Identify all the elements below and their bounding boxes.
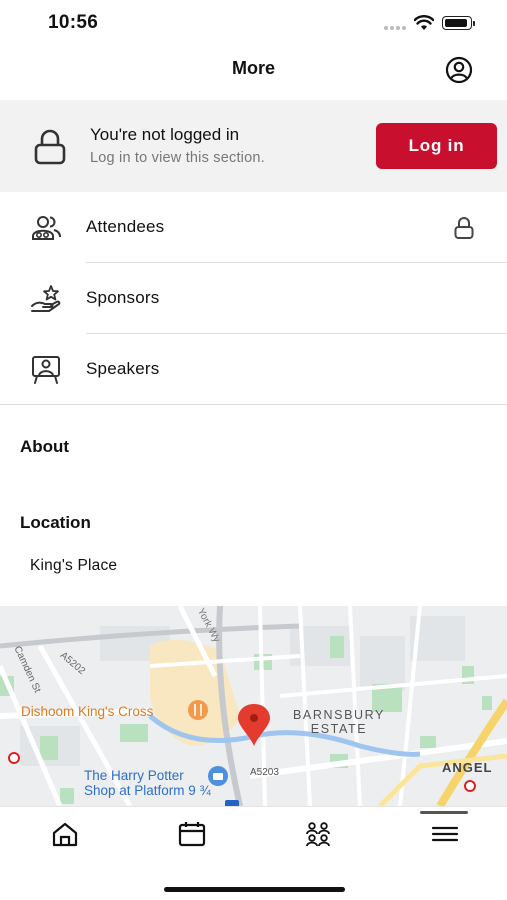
menu-icon[interactable] — [430, 821, 460, 847]
people-icon[interactable] — [303, 821, 333, 847]
map-label-barnsbury-line2: ESTATE — [310, 722, 368, 736]
login-button[interactable]: Log in — [376, 123, 497, 169]
about-heading[interactable]: About — [20, 437, 69, 457]
tab-bar — [0, 806, 507, 900]
map-label-potter-line2: Shop at Platform 9 ¾ — [84, 783, 211, 798]
map-label-dishoom: Dishoom King's Cross — [21, 704, 154, 719]
location-map[interactable]: Dishoom King's Cross The Harry Potter Sh… — [0, 606, 507, 806]
active-tab-indicator — [420, 811, 468, 814]
map-label-angel: ANGEL — [442, 760, 493, 775]
menu-item-speakers[interactable]: Speakers — [0, 334, 507, 405]
lock-icon — [454, 217, 474, 239]
menu-item-label: Sponsors — [86, 288, 160, 307]
divider — [0, 404, 507, 405]
menu-item-label: Attendees — [86, 217, 165, 236]
speakers-icon — [32, 356, 60, 384]
menu-item-label: Speakers — [86, 359, 160, 378]
map-label-potter: The Harry Potter Shop at Platform 9 ¾ — [84, 768, 211, 798]
attendees-icon — [32, 216, 61, 240]
location-heading: Location — [20, 513, 91, 532]
signal-icon — [384, 26, 410, 30]
login-banner: You're not logged in Log in to view this… — [0, 100, 507, 192]
menu-item-sponsors[interactable]: Sponsors — [0, 263, 507, 334]
header: More — [0, 46, 507, 100]
map-label-barnsbury: BARNSBURY ESTATE — [293, 708, 385, 736]
battery-icon — [442, 16, 475, 30]
page-title: More — [231, 58, 275, 78]
wifi-icon — [414, 15, 434, 30]
map-label-potter-line1: The Harry Potter — [84, 768, 184, 783]
status-time: 10:56 — [48, 12, 99, 33]
map-label-barnsbury-line1: BARNSBURY — [293, 708, 385, 722]
map-label-a5203: A5203 — [250, 767, 279, 778]
sponsors-icon — [31, 285, 61, 312]
home-icon[interactable] — [50, 821, 80, 847]
location-name: King's Place — [30, 557, 118, 574]
calendar-icon[interactable] — [177, 821, 207, 847]
menu-list: Attendees Sponsors Speakers — [0, 192, 507, 405]
status-bar: 10:56 — [0, 0, 507, 46]
profile-circle-icon[interactable] — [445, 56, 473, 84]
home-indicator — [164, 887, 345, 892]
login-title: You're not logged in — [90, 125, 240, 144]
menu-item-attendees[interactable]: Attendees — [0, 192, 507, 263]
login-subtitle: Log in to view this section. — [90, 150, 265, 166]
lock-icon — [34, 129, 66, 165]
